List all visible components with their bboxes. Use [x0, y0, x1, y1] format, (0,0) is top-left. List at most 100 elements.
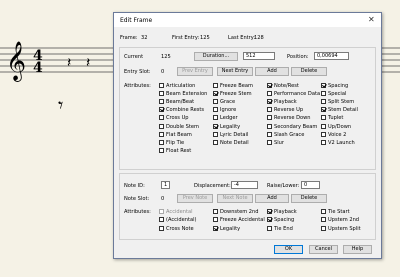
checkbox-box[interactable] — [213, 107, 218, 113]
checkbox-box[interactable] — [321, 123, 326, 129]
checkbox-box[interactable] — [267, 99, 272, 105]
checkbox-box[interactable] — [267, 217, 272, 223]
entry-attribute-checkbox[interactable]: Combine Rests — [159, 107, 204, 113]
entry-attribute-checkbox[interactable]: Note/Rest — [267, 83, 299, 89]
entry-attribute-checkbox[interactable]: Freeze Stem — [213, 91, 252, 97]
note-attribute-checkbox[interactable]: Upstem 2nd — [321, 217, 359, 223]
checkbox-box[interactable] — [159, 115, 164, 121]
entry-attribute-checkbox[interactable]: Double Stem — [159, 123, 199, 130]
checkbox-box[interactable] — [213, 115, 218, 121]
entry-attribute-checkbox[interactable]: Flip Tie — [159, 139, 184, 146]
entry-attribute-checkbox[interactable]: Performance Data — [267, 91, 320, 97]
checkbox-box[interactable] — [267, 91, 272, 97]
displacement-input[interactable]: -4 — [231, 181, 258, 189]
entry-attribute-checkbox[interactable]: Ignore — [213, 107, 236, 113]
checkbox-box[interactable] — [321, 139, 326, 145]
note-attribute-checkbox[interactable]: Tie Start — [321, 209, 350, 215]
checkbox-box[interactable] — [267, 83, 272, 88]
checkbox-box[interactable] — [213, 131, 218, 137]
entry-attribute-checkbox[interactable]: V2 Launch — [321, 139, 355, 146]
checkbox-box[interactable] — [321, 107, 326, 113]
entry-attribute-checkbox[interactable]: Cross Up — [159, 115, 189, 121]
checkbox-box[interactable] — [321, 91, 326, 97]
duration-input[interactable]: 512 — [243, 52, 275, 60]
checkbox-box[interactable] — [159, 217, 164, 223]
help-button[interactable]: Help — [343, 245, 372, 254]
entry-attribute-checkbox[interactable]: Freeze Beam — [213, 83, 253, 89]
checkbox-box[interactable] — [267, 225, 272, 231]
entry-attribute-checkbox[interactable]: Legality — [213, 123, 240, 130]
entry-attribute-checkbox[interactable]: Ledger — [213, 115, 238, 121]
checkbox-box[interactable] — [213, 91, 218, 97]
checkbox-box[interactable] — [213, 225, 218, 231]
entry-attribute-checkbox[interactable]: Lyric Detail — [213, 131, 248, 138]
position-input[interactable]: 0,00694 — [314, 52, 349, 60]
checkbox-box[interactable] — [159, 131, 164, 137]
entry-attribute-checkbox[interactable]: Slur — [267, 139, 284, 146]
delete-note-button[interactable]: Delete — [291, 194, 327, 203]
entry-attribute-checkbox[interactable]: Grace — [213, 99, 235, 105]
checkbox-box[interactable] — [213, 209, 218, 214]
checkbox-box[interactable] — [213, 83, 218, 88]
entry-attribute-checkbox[interactable]: Secondary Beam — [267, 123, 317, 130]
note-attribute-checkbox[interactable]: Downstem 2nd — [213, 209, 259, 215]
checkbox-box[interactable] — [159, 107, 164, 113]
entry-attribute-checkbox[interactable]: Note Detail — [213, 139, 249, 146]
entry-attribute-checkbox[interactable]: Reverse Down — [267, 115, 311, 121]
checkbox-box[interactable] — [267, 209, 272, 214]
entry-attribute-checkbox[interactable]: Beam/Beat — [159, 99, 194, 105]
checkbox-box[interactable] — [213, 123, 218, 129]
duration-button[interactable]: Duration... — [194, 52, 238, 61]
note-attribute-checkbox[interactable]: Playback — [267, 209, 297, 215]
checkbox-box[interactable] — [321, 99, 326, 105]
checkbox-box[interactable] — [159, 225, 164, 231]
checkbox-box[interactable] — [159, 99, 164, 105]
checkbox-box[interactable] — [267, 131, 272, 137]
checkbox-box[interactable] — [267, 139, 272, 145]
entry-attribute-checkbox[interactable]: Stem Detail — [321, 107, 358, 113]
delete-entry-button[interactable]: Delete — [291, 67, 327, 76]
checkbox-box[interactable] — [159, 209, 164, 214]
checkbox-box[interactable] — [159, 147, 164, 153]
prev-entry-button[interactable]: Prev Entry — [177, 67, 213, 76]
entry-attribute-checkbox[interactable]: Float Rest — [159, 147, 191, 154]
checkbox-box[interactable] — [213, 217, 218, 223]
checkbox-box[interactable] — [159, 91, 164, 97]
entry-attribute-checkbox[interactable]: Articulation — [159, 83, 195, 89]
entry-attribute-checkbox[interactable]: Flat Beam — [159, 131, 192, 138]
ok-button[interactable]: OK — [274, 245, 303, 254]
note-attribute-checkbox[interactable]: Tie End — [267, 225, 293, 232]
add-note-button[interactable]: Add — [255, 194, 289, 203]
checkbox-box[interactable] — [321, 83, 326, 88]
note-attribute-checkbox[interactable]: Accidental — [159, 209, 193, 215]
checkbox-box[interactable] — [321, 217, 326, 223]
note-id-input[interactable]: 1 — [161, 181, 170, 189]
checkbox-box[interactable] — [159, 83, 164, 88]
checkbox-box[interactable] — [213, 139, 218, 145]
cancel-button[interactable]: Cancel — [309, 245, 338, 254]
next-entry-button[interactable]: Next Entry — [217, 67, 253, 76]
entry-attribute-checkbox[interactable]: Voice 2 — [321, 131, 346, 138]
note-attribute-checkbox[interactable]: (Accidental) — [159, 217, 197, 223]
entry-attribute-checkbox[interactable]: Beam Extension — [159, 91, 207, 97]
checkbox-box[interactable] — [159, 139, 164, 145]
checkbox-box[interactable] — [159, 123, 164, 129]
checkbox-box[interactable] — [321, 225, 326, 231]
entry-attribute-checkbox[interactable]: Up/Down — [321, 123, 351, 130]
note-attribute-checkbox[interactable]: Spacing — [267, 217, 294, 223]
checkbox-box[interactable] — [321, 209, 326, 214]
entry-attribute-checkbox[interactable]: Playback — [267, 99, 297, 105]
note-attribute-checkbox[interactable]: Upstem Split — [321, 225, 361, 232]
entry-attribute-checkbox[interactable]: Tuplet — [321, 115, 343, 121]
checkbox-box[interactable] — [321, 115, 326, 121]
note-attribute-checkbox[interactable]: Cross Note — [159, 225, 194, 232]
next-note-button[interactable]: Next Note — [217, 194, 253, 203]
entry-attribute-checkbox[interactable]: Spacing — [321, 83, 348, 89]
checkbox-box[interactable] — [267, 115, 272, 121]
checkbox-box[interactable] — [213, 99, 218, 105]
entry-attribute-checkbox[interactable]: Reverse Up — [267, 107, 303, 113]
checkbox-box[interactable] — [321, 131, 326, 137]
entry-attribute-checkbox[interactable]: Special — [321, 91, 346, 97]
checkbox-box[interactable] — [267, 107, 272, 113]
close-icon[interactable]: ✕ — [368, 15, 375, 24]
